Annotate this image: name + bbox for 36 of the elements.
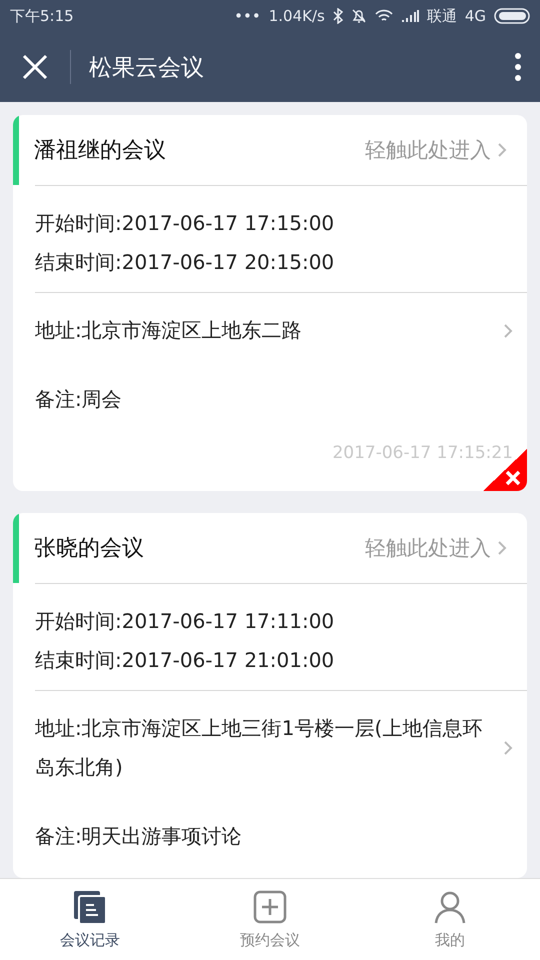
more-menu-icon[interactable] — [514, 52, 522, 82]
carrier-name: 联通 — [426, 6, 457, 26]
status-time: 下午5:15 — [10, 6, 74, 26]
window-title: 松果云会议 — [89, 54, 205, 82]
chevron-right-icon — [497, 540, 507, 556]
tab-item[interactable]: 预约会议 — [180, 879, 360, 960]
enter-link[interactable]: 轻触此处进入 — [365, 534, 507, 562]
meeting-note: 备注:周会 — [35, 386, 123, 413]
tab-item[interactable]: 会议记录 — [0, 879, 180, 960]
meeting-note: 备注:明天出游事项讨论 — [35, 823, 243, 850]
battery-icon — [494, 8, 530, 24]
chevron-right-icon — [503, 740, 513, 756]
end-time: 结束时间:2017-06-17 20:15:00 — [35, 249, 336, 276]
meeting-title: 潘祖继的会议 — [34, 137, 167, 165]
network-speed: 1.04K/s — [268, 7, 325, 25]
address-row[interactable]: 地址:北京市海淀区上地东二路 — [35, 311, 527, 350]
signal-icon — [400, 9, 419, 23]
chevron-right-icon — [503, 322, 513, 338]
wifi-icon — [374, 9, 393, 23]
start-time: 开始时间:2017-06-17 17:15:00 — [35, 210, 336, 237]
close-icon — [504, 469, 522, 487]
tab-item[interactable]: 我的 — [360, 879, 540, 960]
person-icon — [432, 889, 468, 925]
start-time: 开始时间:2017-06-17 17:11:00 — [35, 608, 336, 635]
documents-icon — [72, 889, 108, 925]
bluetooth-icon — [332, 8, 343, 24]
bell-off-icon — [350, 8, 367, 24]
status-dots: ••• — [234, 7, 261, 25]
meeting-title: 张晓的会议 — [34, 535, 145, 563]
enter-link[interactable]: 轻触此处进入 — [365, 136, 507, 164]
close-icon[interactable] — [22, 54, 48, 80]
address-row[interactable]: 地址:北京市海淀区上地三街1号楼一层(上地信息环岛东北角) — [35, 709, 527, 787]
network-type: 4G — [464, 7, 486, 25]
add-icon — [252, 889, 288, 925]
chevron-right-icon — [497, 142, 507, 158]
end-time: 结束时间:2017-06-17 21:01:00 — [35, 647, 336, 674]
